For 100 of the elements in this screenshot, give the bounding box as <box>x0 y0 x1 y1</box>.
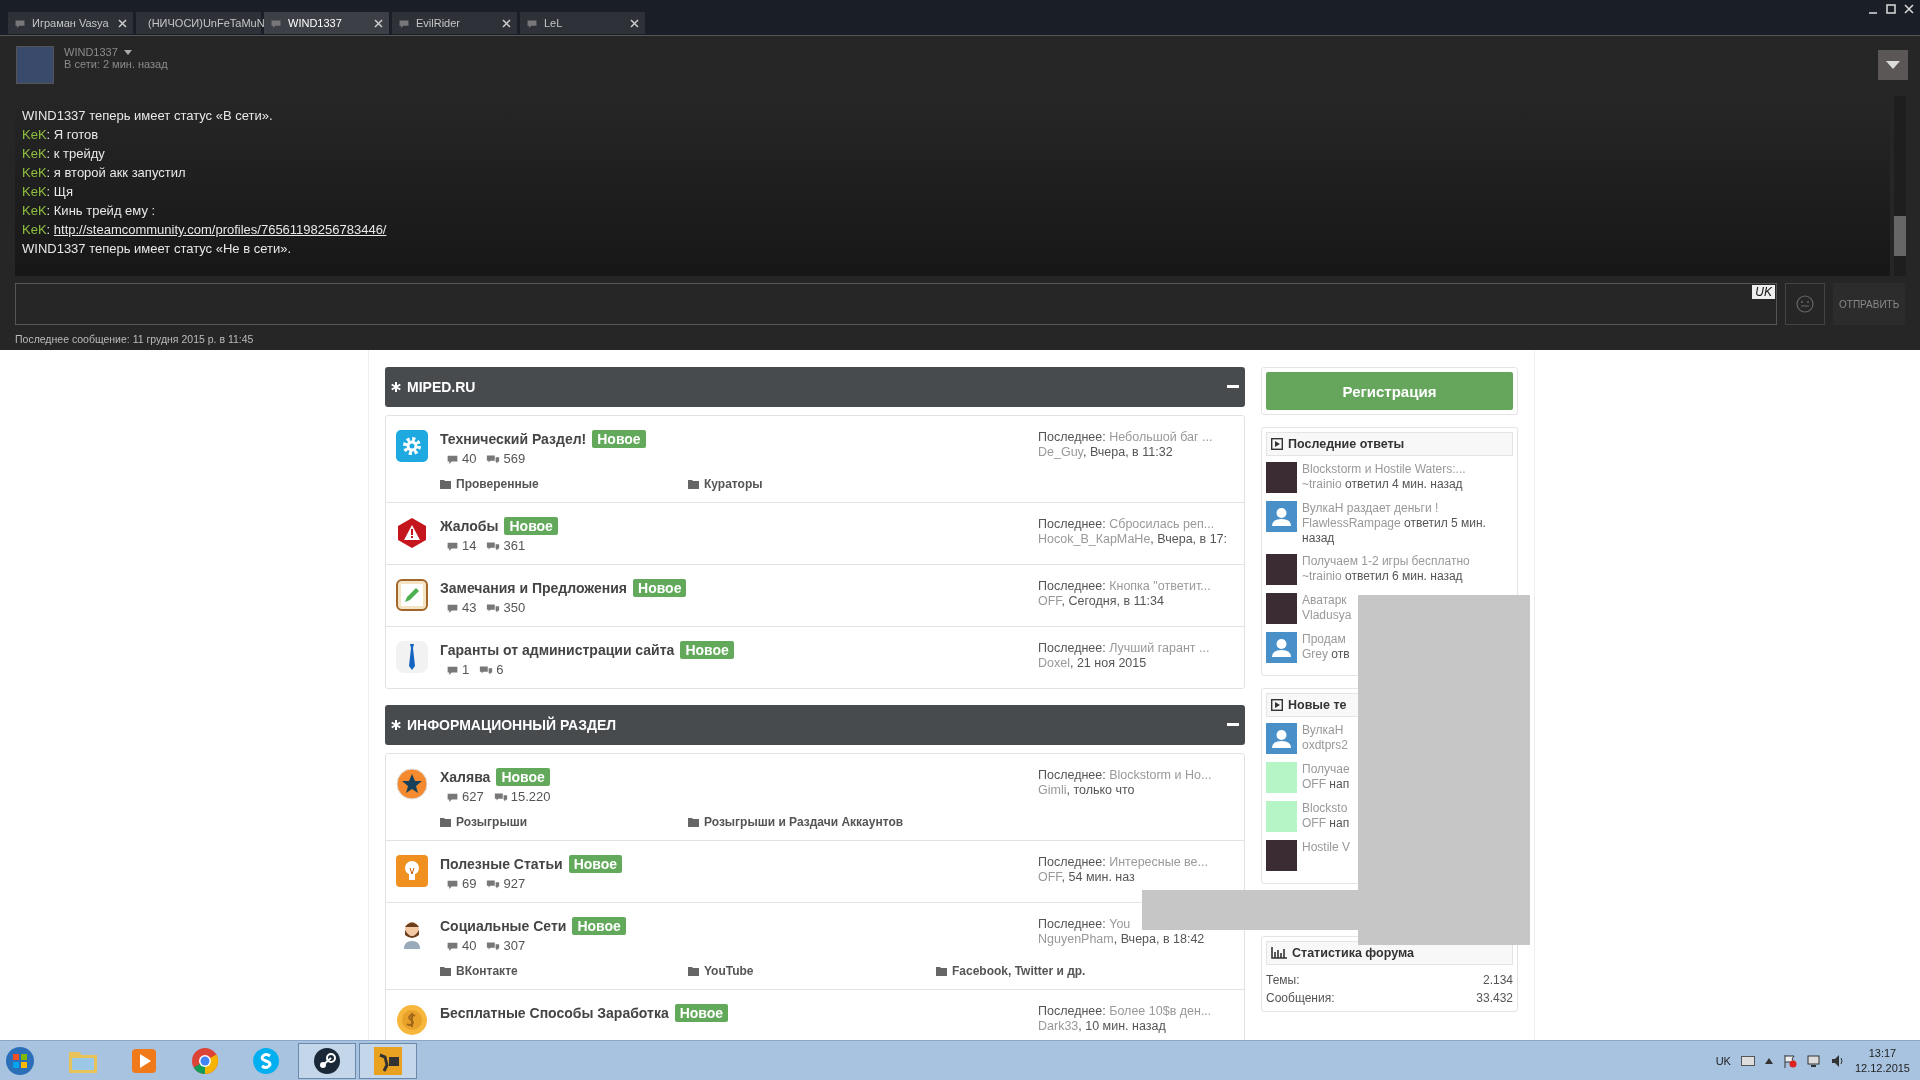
reply-info: Grey отв <box>1302 647 1350 662</box>
subforum-link[interactable]: Розыгрыши <box>456 815 528 829</box>
subforum-link[interactable]: YouTube <box>704 964 754 978</box>
smiley-icon <box>1796 295 1814 313</box>
forum-title[interactable]: Замечания и Предложения <box>440 580 627 596</box>
bar-chart-icon <box>1271 947 1287 959</box>
chat-message: KeK: я второй акк запустил <box>22 164 187 182</box>
category-title: ИНФОРМАЦИОННЫЙ РАЗДЕЛ <box>407 717 618 733</box>
last-post-info: Hocok_B_КарМаНе, Вчера, в 17: <box>1038 532 1228 547</box>
last-post-title[interactable]: Последнее: Небольшой баг ... <box>1038 430 1213 445</box>
stat-label: Темы: <box>1266 972 1300 989</box>
close-icon[interactable] <box>1904 4 1914 14</box>
default-avatar-icon <box>1266 723 1297 754</box>
forum-title[interactable]: Социальные Сети <box>440 918 567 934</box>
necktie-icon <box>396 641 428 673</box>
thread-count: 40 <box>462 938 477 953</box>
dropdown-button[interactable] <box>1878 50 1908 80</box>
flag-icon[interactable] <box>1782 1054 1797 1068</box>
forum-title[interactable]: Бесплатные Способы Заработка <box>440 1005 669 1021</box>
reply-info: ~trainio ответил 6 мин. назад <box>1302 569 1464 584</box>
collapse-icon[interactable] <box>1227 723 1239 727</box>
forum-title[interactable]: Халява <box>440 769 491 785</box>
forum-title[interactable]: Полезные Статьи <box>440 856 563 872</box>
photo-placeholder <box>1266 593 1297 624</box>
lightbulb-icon <box>396 855 428 887</box>
default-avatar-icon <box>1266 632 1297 663</box>
post-count: 569 <box>503 451 526 466</box>
last-post-title[interactable]: Последнее: Лучший гарант ... <box>1038 641 1210 656</box>
new-badge: Новое <box>592 430 646 448</box>
chat-tab[interactable]: Играман Vasya <box>8 12 133 34</box>
steam-icon <box>313 1047 341 1075</box>
post-count: 15.220 <box>510 789 551 804</box>
photo-placeholder <box>1266 462 1297 493</box>
post-count: 307 <box>503 938 526 953</box>
coin-icon <box>396 1004 428 1036</box>
taskbar-app[interactable] <box>359 1043 417 1079</box>
collapse-icon[interactable] <box>1227 385 1239 389</box>
last-post-info: OFF, 54 мин. наз <box>1038 870 1135 885</box>
subforum-link[interactable]: ВКонтакте <box>456 964 518 978</box>
forum-title[interactable]: Технический Раздел! <box>440 431 587 447</box>
speaker-icon[interactable] <box>1830 1054 1845 1068</box>
thread-count: 40 <box>462 451 477 466</box>
last-post-title[interactable]: Последнее: Blockstorm и Ho... <box>1038 768 1212 783</box>
panel-title: Новые те <box>1288 698 1347 712</box>
folder-icon <box>440 479 451 489</box>
chat-message: KeK: Щя <box>22 183 75 201</box>
chat-tab[interactable]: WIND1337 <box>264 12 389 34</box>
photo-placeholder <box>1266 801 1297 832</box>
folder-icon <box>440 966 451 976</box>
send-button[interactable]: ОТПРАВИТЬ <box>1833 283 1905 325</box>
profile-link[interactable]: http://steamcommunity.com/profiles/76561198256783446/ <box>53 222 387 237</box>
post-count: 350 <box>503 600 526 615</box>
maximize-icon[interactable] <box>1886 4 1896 14</box>
keyboard-icon[interactable] <box>1740 1056 1755 1066</box>
network-icon[interactable] <box>1806 1054 1821 1068</box>
close-icon[interactable] <box>374 18 383 28</box>
thread-count: 43 <box>462 600 477 615</box>
status-message: WIND1337 теперь имеет статус «Не в сети». <box>22 240 293 258</box>
caret-icon[interactable] <box>123 49 132 55</box>
thread-count: 69 <box>462 876 477 891</box>
subforum-link[interactable]: Проверенные <box>456 477 539 491</box>
last-post-title[interactable]: Последнее: Более 10$в ден... <box>1038 1004 1212 1019</box>
last-post-title[interactable]: Последнее: Сбросилась реп... <box>1038 517 1215 532</box>
clock[interactable]: 13:17 12.12.2015 <box>1854 1046 1910 1076</box>
subforum-link[interactable]: Facebook, Twitter и др. <box>952 964 1086 978</box>
panel-title: Последние ответы <box>1288 437 1405 451</box>
contact-status: В сети: 2 мин. назад <box>64 58 168 70</box>
chat-message: KeK: к трейду <box>22 145 106 163</box>
scrollbar[interactable] <box>1894 96 1906 276</box>
folder-icon <box>688 817 699 827</box>
category-title: MIPED.RU <box>407 379 477 395</box>
subforum-link[interactable]: Кураторы <box>704 477 763 491</box>
caret-icon[interactable] <box>1764 1058 1773 1064</box>
contact-name[interactable]: WIND1337 <box>64 46 118 58</box>
media-player-icon <box>131 1048 157 1074</box>
last-post-info: Dark33, 10 мин. назад <box>1038 1019 1166 1034</box>
stat-value: 33.432 <box>1476 990 1513 1007</box>
last-post-title[interactable]: Последнее: Кнопка "ответит... <box>1038 579 1211 594</box>
stat-value: 2.134 <box>1482 972 1513 989</box>
chat-tab[interactable]: LeL <box>520 12 645 34</box>
last-post-title[interactable]: Последнее: Интересные ве... <box>1038 855 1208 870</box>
folder-icon <box>688 479 699 489</box>
close-icon[interactable] <box>630 18 639 28</box>
language-indicator[interactable]: UK <box>1715 1055 1731 1067</box>
new-badge: Новое <box>572 917 626 935</box>
close-icon[interactable] <box>118 18 127 28</box>
new-badge: Новое <box>568 855 623 873</box>
reply-info: OFF нап <box>1302 777 1350 792</box>
last-post-info: Gimli, только что <box>1038 783 1135 798</box>
forum-title[interactable]: Жалобы <box>440 518 499 534</box>
asterisk-icon <box>391 720 401 730</box>
close-icon[interactable] <box>502 18 511 28</box>
folder-icon <box>688 966 699 976</box>
subforum-link[interactable]: Розыгрыши и Раздачи Аккаунтов <box>704 815 904 829</box>
forum-title[interactable]: Гаранты от администрации сайта <box>440 642 675 658</box>
message-input-field[interactable]: UK <box>15 283 1777 325</box>
taskbar-app[interactable] <box>298 1043 356 1079</box>
last-post-title[interactable]: Последнее: You <box>1038 917 1131 932</box>
chat-tab[interactable]: EvilRider <box>392 12 517 34</box>
photo-placeholder <box>1266 840 1297 871</box>
